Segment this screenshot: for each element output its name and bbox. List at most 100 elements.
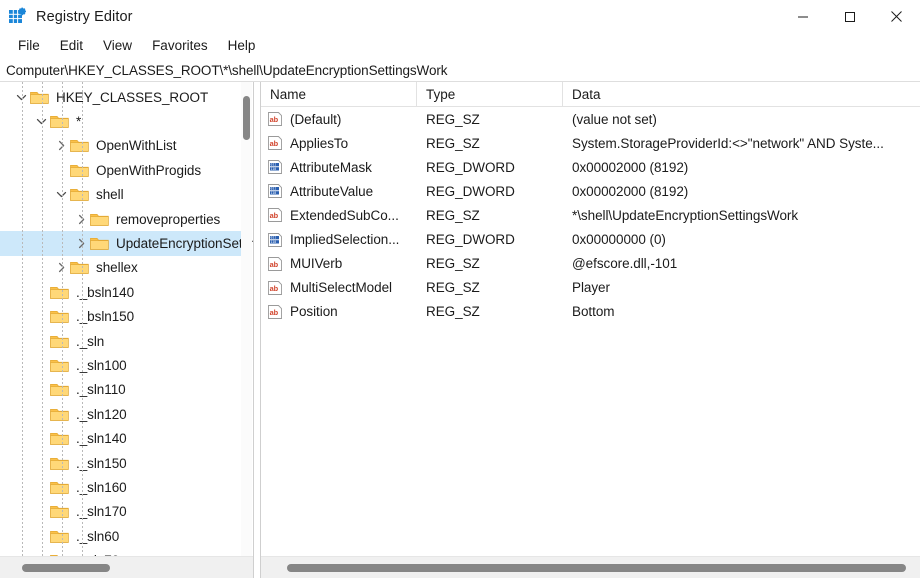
tree-item-label: ._sln160 <box>76 480 127 495</box>
value-name: AppliesTo <box>290 136 348 151</box>
tree-guide-line <box>82 82 83 556</box>
tree-item[interactable]: ._sln160 <box>0 475 246 499</box>
tree-item-label: removeproperties <box>116 212 220 227</box>
menu-item-edit[interactable]: Edit <box>50 36 93 56</box>
maximize-button[interactable] <box>826 0 873 33</box>
value-name-cell: abExtendedSubCo... <box>261 207 417 223</box>
value-row[interactable]: abAppliesToREG_SZSystem.StorageProviderI… <box>261 131 920 155</box>
registry-values-panel: NameTypeData ab(Default)REG_SZ(value not… <box>261 82 920 578</box>
folder-icon <box>30 90 49 105</box>
column-header-type[interactable]: Type <box>417 82 563 106</box>
menu-item-view[interactable]: View <box>93 36 142 56</box>
close-button[interactable] <box>873 0 920 33</box>
tree-horizontal-scrollbar-thumb[interactable] <box>22 564 110 572</box>
value-name-cell: 011110 AttributeValue <box>261 183 417 199</box>
tree-item-label: ._sln120 <box>76 407 127 422</box>
title-bar: Registry Editor <box>0 0 920 33</box>
value-type-cell: REG_DWORD <box>417 160 563 175</box>
minimize-button[interactable] <box>779 0 826 33</box>
dword-value-icon: 011110 <box>267 159 283 175</box>
value-row[interactable]: 011110AttributeValueREG_DWORD0x00002000 … <box>261 179 920 203</box>
tree-item[interactable]: ._sln100 <box>0 353 246 377</box>
tree-item[interactable]: OpenWithList <box>0 134 246 158</box>
value-data-cell: Player <box>563 280 920 295</box>
value-row[interactable]: ab(Default)REG_SZ(value not set) <box>261 107 920 131</box>
svg-text:ab: ab <box>270 115 279 124</box>
tree-item-label: OpenWithProgids <box>96 163 201 178</box>
tree-item[interactable]: ._sln140 <box>0 426 246 450</box>
tree-item[interactable]: ._sln70 <box>0 548 246 556</box>
value-data-cell: (value not set) <box>563 112 920 127</box>
tree-item[interactable]: ._sln150 <box>0 451 246 475</box>
tree-item[interactable]: shell <box>0 183 246 207</box>
value-row[interactable]: abExtendedSubCo...REG_SZ*\shell\UpdateEn… <box>261 203 920 227</box>
tree-item-label: ._bsln140 <box>76 285 134 300</box>
tree-item-label: ._sln150 <box>76 456 127 471</box>
list-horizontal-scrollbar-thumb[interactable] <box>287 564 906 572</box>
tree-item[interactable]: ._bsln140 <box>0 280 246 304</box>
folder-icon <box>50 504 69 519</box>
menu-item-favorites[interactable]: Favorites <box>142 36 218 56</box>
tree-vertical-scrollbar[interactable] <box>241 82 252 556</box>
value-row[interactable]: 011110ImpliedSelection...REG_DWORD0x0000… <box>261 227 920 251</box>
svg-text:110: 110 <box>271 191 277 195</box>
value-data-cell: 0x00002000 (8192) <box>563 160 920 175</box>
value-name-cell: abMUIVerb <box>261 256 417 272</box>
dword-value-icon: 011110 <box>267 183 283 199</box>
svg-text:ab: ab <box>270 308 279 317</box>
tree-item[interactable]: HKEY_CLASSES_ROOT <box>0 85 246 109</box>
value-name: (Default) <box>290 112 341 127</box>
menu-bar: File Edit View Favorites Help <box>0 33 920 59</box>
tree-item-label: shell <box>96 187 124 202</box>
column-header-name[interactable]: Name <box>261 82 417 106</box>
window-title: Registry Editor <box>36 9 133 25</box>
value-row[interactable]: abMultiSelectModelREG_SZPlayer <box>261 276 920 300</box>
folder-icon <box>50 358 69 373</box>
tree-item-label: ._sln100 <box>76 358 127 373</box>
value-type-cell: REG_SZ <box>417 280 563 295</box>
folder-icon <box>50 382 69 397</box>
svg-text:110: 110 <box>271 167 277 171</box>
value-name: AttributeValue <box>290 184 373 199</box>
folder-icon <box>70 163 89 178</box>
folder-icon <box>90 236 109 251</box>
value-type-cell: REG_SZ <box>417 136 563 151</box>
value-name: MUIVerb <box>290 256 342 271</box>
tree-item[interactable]: UpdateEncryptionSettingsWork <box>0 231 246 255</box>
list-horizontal-scrollbar[interactable] <box>261 556 920 578</box>
tree-item[interactable]: * <box>0 109 246 133</box>
menu-item-help[interactable]: Help <box>218 36 266 56</box>
tree-vertical-scrollbar-thumb[interactable] <box>243 96 250 140</box>
tree-item[interactable]: ._sln170 <box>0 500 246 524</box>
value-row[interactable]: 011110AttributeMaskREG_DWORD0x00002000 (… <box>261 155 920 179</box>
value-row[interactable]: abMUIVerbREG_SZ@efscore.dll,-101 <box>261 252 920 276</box>
folder-icon <box>50 285 69 300</box>
folder-icon <box>50 114 69 129</box>
registry-path: Computer\HKEY_CLASSES_ROOT\*\shell\Updat… <box>6 63 447 78</box>
tree-item[interactable]: OpenWithProgids <box>0 158 246 182</box>
tree-guide-line <box>42 82 43 556</box>
folder-icon <box>50 529 69 544</box>
svg-text:ab: ab <box>270 139 279 148</box>
string-value-icon: ab <box>267 135 283 151</box>
tree-item[interactable]: ._bsln150 <box>0 305 246 329</box>
value-row[interactable]: abPositionREG_SZBottom <box>261 300 920 324</box>
svg-text:ab: ab <box>270 284 279 293</box>
tree-horizontal-scrollbar[interactable] <box>0 556 253 578</box>
svg-text:110: 110 <box>271 239 277 243</box>
tree-item[interactable]: shellex <box>0 256 246 280</box>
value-data-cell: Bottom <box>563 304 920 319</box>
value-name-cell: 011110AttributeMask <box>261 159 417 175</box>
column-header-data[interactable]: Data <box>563 82 920 106</box>
tree-item[interactable]: ._sln60 <box>0 524 246 548</box>
tree-item[interactable]: removeproperties <box>0 207 246 231</box>
tree-item[interactable]: ._sln110 <box>0 378 246 402</box>
folder-icon <box>50 431 69 446</box>
panel-splitter[interactable] <box>253 82 261 578</box>
main-content: HKEY_CLASSES_ROOT*OpenWithList OpenWithPr… <box>0 82 920 578</box>
menu-item-file[interactable]: File <box>8 36 50 56</box>
string-value-icon: ab <box>267 280 283 296</box>
address-bar[interactable]: Computer\HKEY_CLASSES_ROOT\*\shell\Updat… <box>0 59 920 82</box>
tree-item[interactable]: ._sln120 <box>0 402 246 426</box>
tree-item[interactable]: ._sln <box>0 329 246 353</box>
